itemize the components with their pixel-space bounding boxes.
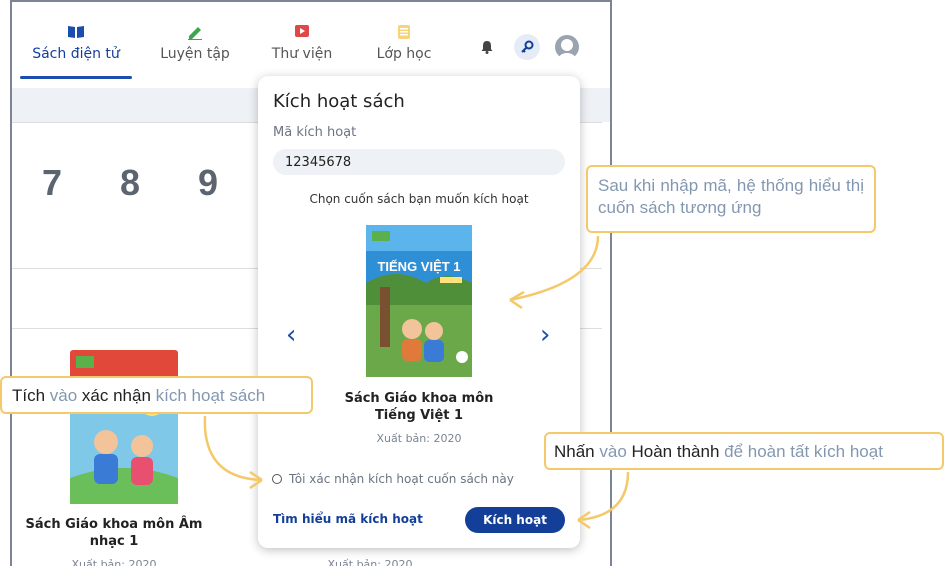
page-number[interactable]: 7 (42, 162, 62, 204)
page-number[interactable]: 8 (120, 162, 140, 204)
callout-text: Sau khi nhập mã, hệ thống hiểu thị cuốn … (598, 176, 864, 217)
class-icon (398, 25, 410, 39)
book-published: Xuất bản: 2020 (327, 558, 413, 566)
activation-code-label: Mã kích hoạt (273, 125, 357, 140)
tab-label: Lớp học (376, 46, 432, 62)
music-book-cover[interactable] (70, 350, 178, 504)
callout-text: Hoàn thành (631, 442, 720, 461)
tab-thu-vien[interactable]: Thư viện (262, 24, 342, 62)
avatar[interactable] (554, 34, 580, 60)
tab-label: Sách điện tử (32, 46, 120, 62)
previous-book-button[interactable]: ‹ (286, 322, 296, 348)
book-title[interactable]: Sách Giáo khoa môn Âm nhạc 1 (24, 516, 204, 550)
selected-book-cover: TIẾNG VIỆT 1 (366, 225, 472, 377)
radio-icon[interactable] (272, 474, 282, 484)
page-number[interactable]: 9 (198, 162, 218, 204)
selected-book-published: Xuất bản: 2020 (376, 432, 462, 445)
tab-label: Luyện tập (160, 46, 230, 62)
book-icon (68, 26, 84, 38)
callout-book-shown: Sau khi nhập mã, hệ thống hiểu thị cuốn … (586, 165, 876, 233)
activation-code-input[interactable]: 12345678 (273, 149, 565, 175)
tab-lop-hoc[interactable]: Lớp học (364, 24, 444, 62)
cover-title: TIẾNG VIỆT 1 (377, 259, 461, 274)
tab-luyen-tap[interactable]: Luyện tập (150, 24, 240, 62)
learn-activation-code-link[interactable]: Tìm hiểu mã kích hoạt (273, 512, 423, 526)
callout-text: kích hoạt sách (150, 386, 266, 405)
callout-complete: Nhấn vào Hoàn thành để hoàn tất kích hoạ… (544, 432, 944, 470)
callout-text: vào (45, 386, 82, 405)
dialog-title: Kích hoạt sách (273, 91, 405, 112)
callout-text: Nhấn (554, 442, 595, 461)
confirm-activation-checkbox[interactable]: Tôi xác nhận kích hoạt cuốn sách này (272, 472, 514, 486)
book-published: Xuất bản: 2020 (71, 558, 157, 566)
active-tab-indicator (20, 76, 132, 79)
tab-label: Thư viện (271, 46, 333, 62)
tab-sach-dien-tu[interactable]: Sách điện tử (26, 24, 126, 62)
activate-book-dialog: Kích hoạt sách Mã kích hoạt 12345678 Chọ… (258, 76, 580, 548)
library-icon (295, 25, 309, 37)
confirm-label: Tôi xác nhận kích hoạt cuốn sách này (289, 472, 514, 486)
next-book-button[interactable]: › (540, 322, 550, 348)
callout-text: để hoàn tất kích hoạt (719, 442, 883, 461)
callout-text: Tích (12, 386, 46, 405)
key-icon[interactable] (514, 34, 540, 60)
callout-confirm: Tích vào xác nhận kích hoạt sách (0, 376, 313, 414)
callout-text: vào (594, 442, 632, 461)
bell-icon[interactable] (474, 34, 500, 60)
choose-book-prompt: Chọn cuốn sách bạn muốn kích hoạt (309, 192, 529, 206)
pencil-icon (188, 27, 202, 40)
activate-button[interactable]: Kích hoạt (465, 507, 565, 533)
callout-text: xác nhận (81, 386, 151, 405)
